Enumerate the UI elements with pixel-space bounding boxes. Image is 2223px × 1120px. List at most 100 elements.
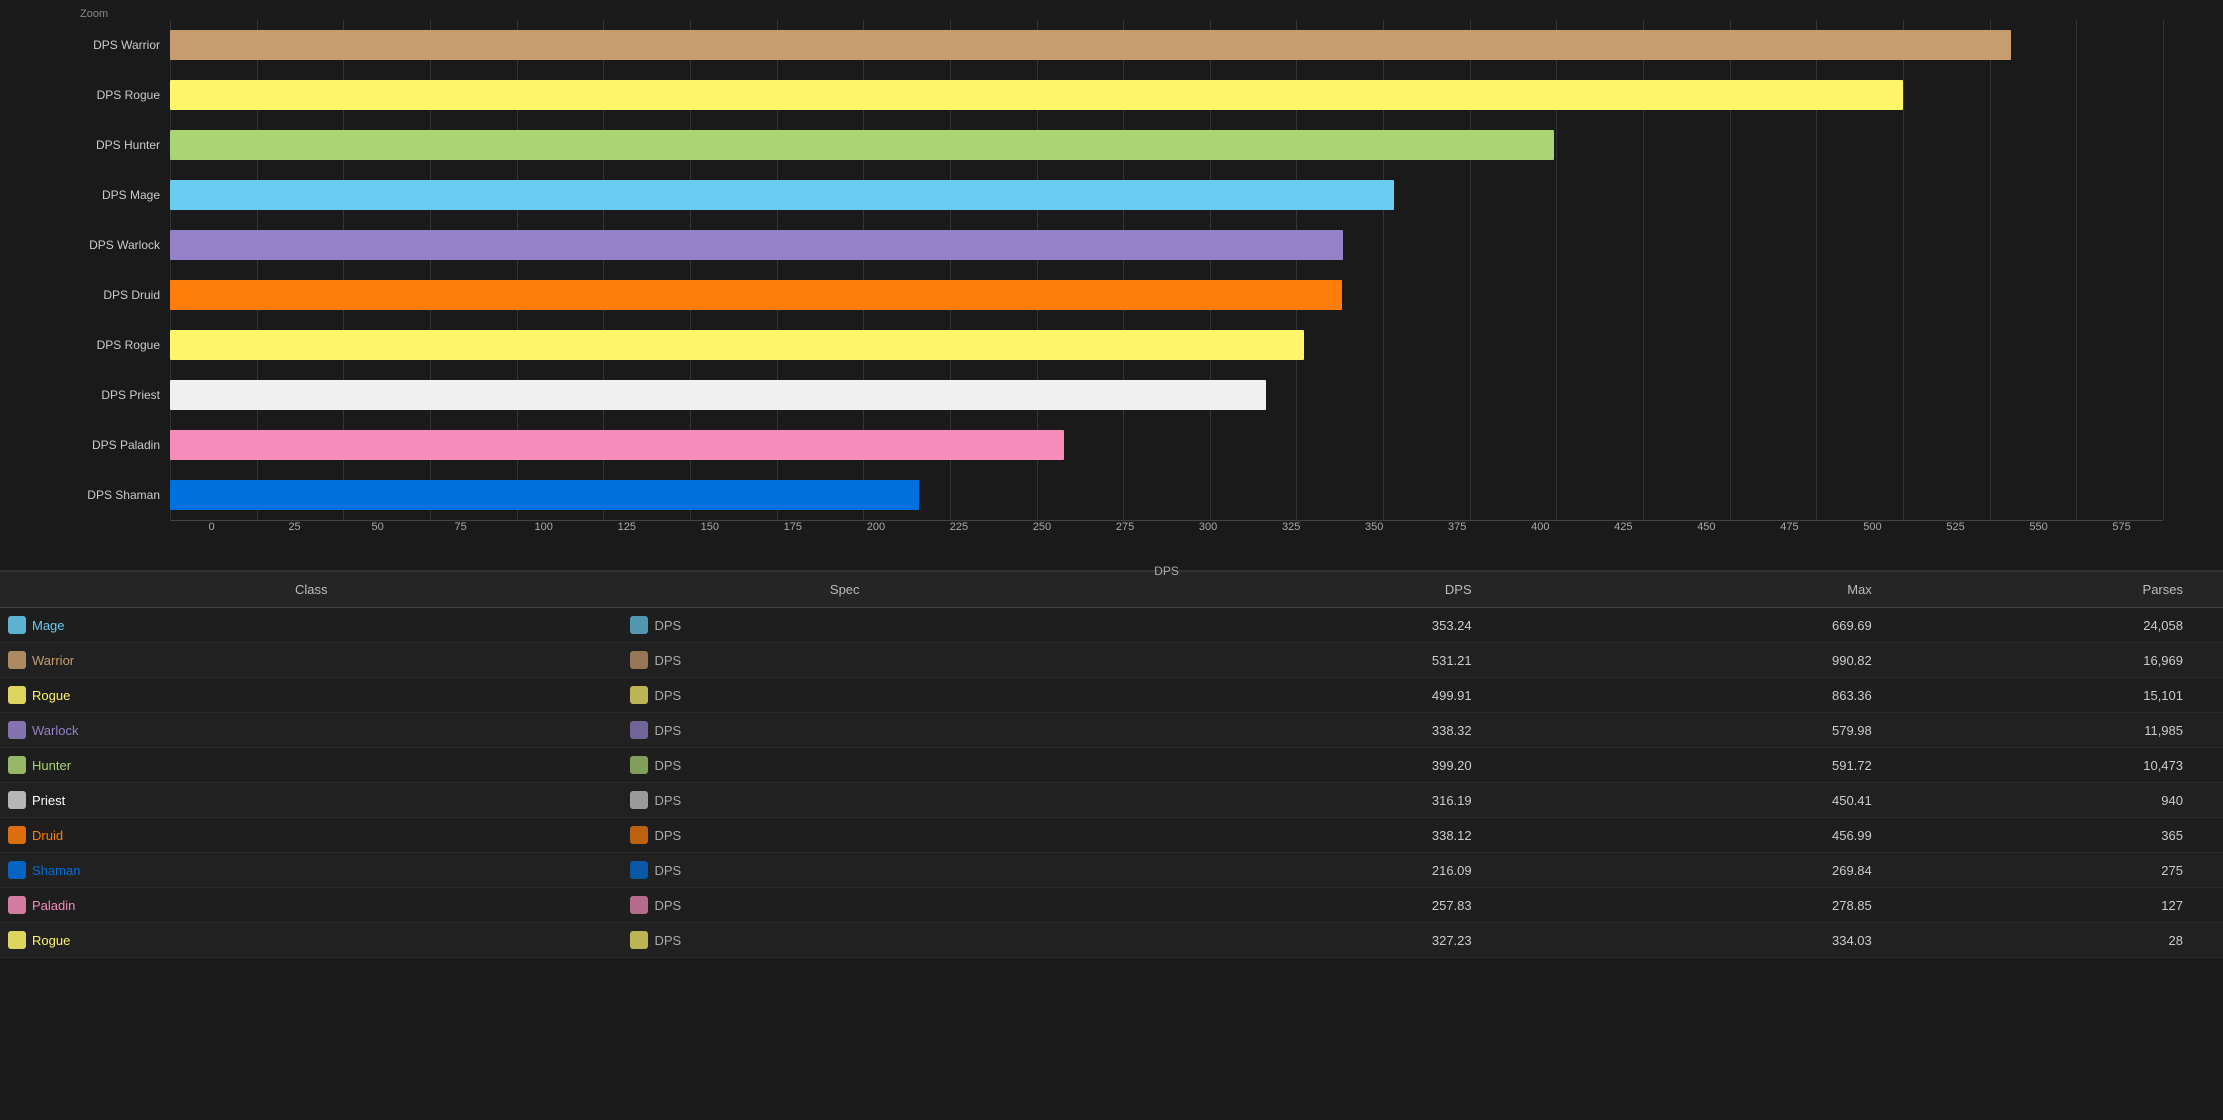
max-value: 269.84 bbox=[1512, 853, 1912, 888]
bar-container bbox=[170, 30, 2163, 60]
bar bbox=[170, 130, 1554, 160]
dps-value: 353.24 bbox=[1067, 608, 1512, 643]
max-value: 278.85 bbox=[1512, 888, 1912, 923]
table-row: MageDPS353.24669.6924,058 bbox=[0, 608, 2223, 643]
x-tick: 375 bbox=[1416, 521, 1499, 533]
x-tick: 0 bbox=[170, 521, 253, 533]
table-row: WarlockDPS338.32579.9811,985 bbox=[0, 713, 2223, 748]
x-tick: 350 bbox=[1333, 521, 1416, 533]
dps-value: 216.09 bbox=[1067, 853, 1512, 888]
dps-value: 499.91 bbox=[1067, 678, 1512, 713]
parses-value: 10,473 bbox=[1912, 748, 2223, 783]
spec-icon bbox=[630, 616, 648, 634]
class-name[interactable]: Priest bbox=[32, 793, 65, 808]
class-cell: Druid bbox=[8, 826, 614, 844]
x-tick: 300 bbox=[1167, 521, 1250, 533]
spec-icon bbox=[630, 756, 648, 774]
max-value: 669.69 bbox=[1512, 608, 1912, 643]
table-row: ShamanDPS216.09269.84275 bbox=[0, 853, 2223, 888]
x-axis-label: DPS bbox=[170, 564, 2163, 578]
spec-cell: DPS bbox=[630, 721, 1059, 739]
spec-icon bbox=[630, 721, 648, 739]
class-icon bbox=[8, 616, 26, 634]
x-tick: 175 bbox=[751, 521, 834, 533]
bar-container bbox=[170, 480, 2163, 510]
class-icon bbox=[8, 651, 26, 669]
class-cell: Shaman bbox=[8, 861, 614, 879]
bar bbox=[170, 430, 1064, 460]
x-tick: 275 bbox=[1084, 521, 1167, 533]
x-axis: 0255075100125150175200225250275300325350… bbox=[170, 520, 2163, 560]
class-cell: Paladin bbox=[8, 896, 614, 914]
parses-value: 15,101 bbox=[1912, 678, 2223, 713]
max-value: 990.82 bbox=[1512, 643, 1912, 678]
bar-container bbox=[170, 230, 2163, 260]
class-cell: Priest bbox=[8, 791, 614, 809]
bar-label: DPS Hunter bbox=[80, 138, 170, 152]
class-name[interactable]: Warrior bbox=[32, 653, 74, 668]
parses-value: 11,985 bbox=[1912, 713, 2223, 748]
bar-row: DPS Hunter bbox=[80, 124, 2163, 166]
bar bbox=[170, 230, 1343, 260]
bar-label: DPS Priest bbox=[80, 388, 170, 402]
bar-row: DPS Paladin bbox=[80, 424, 2163, 466]
bar bbox=[170, 180, 1394, 210]
spec-cell: DPS bbox=[630, 756, 1059, 774]
parses-value: 16,969 bbox=[1912, 643, 2223, 678]
class-name[interactable]: Rogue bbox=[32, 933, 70, 948]
dps-value: 531.21 bbox=[1067, 643, 1512, 678]
chart-bars-area: DPS WarriorDPS RogueDPS HunterDPS MageDP… bbox=[80, 20, 2163, 520]
class-icon bbox=[8, 931, 26, 949]
bar-row: DPS Shaman bbox=[80, 474, 2163, 516]
bar-label: DPS Shaman bbox=[80, 488, 170, 502]
bar bbox=[170, 30, 2011, 60]
spec-name: DPS bbox=[654, 898, 681, 913]
bar-container bbox=[170, 130, 2163, 160]
spec-name: DPS bbox=[654, 828, 681, 843]
x-tick: 575 bbox=[2080, 521, 2163, 533]
class-icon bbox=[8, 791, 26, 809]
bar-row: DPS Priest bbox=[80, 374, 2163, 416]
class-name[interactable]: Warlock bbox=[32, 723, 78, 738]
spec-cell: DPS bbox=[630, 896, 1059, 914]
bar-row: DPS Mage bbox=[80, 174, 2163, 216]
spec-cell: DPS bbox=[630, 791, 1059, 809]
class-name[interactable]: Mage bbox=[32, 618, 65, 633]
spec-icon bbox=[630, 651, 648, 669]
x-tick: 150 bbox=[668, 521, 751, 533]
grid-line bbox=[2163, 20, 2164, 520]
spec-icon bbox=[630, 686, 648, 704]
spec-name: DPS bbox=[654, 933, 681, 948]
parses-value: 940 bbox=[1912, 783, 2223, 818]
x-tick: 225 bbox=[917, 521, 1000, 533]
table-body: MageDPS353.24669.6924,058WarriorDPS531.2… bbox=[0, 608, 2223, 958]
spec-name: DPS bbox=[654, 618, 681, 633]
bars-container: DPS WarriorDPS RogueDPS HunterDPS MageDP… bbox=[80, 20, 2163, 520]
bar-container bbox=[170, 380, 2163, 410]
class-icon bbox=[8, 826, 26, 844]
x-tick: 100 bbox=[502, 521, 585, 533]
class-name[interactable]: Rogue bbox=[32, 688, 70, 703]
max-value: 450.41 bbox=[1512, 783, 1912, 818]
bar bbox=[170, 280, 1342, 310]
spec-icon bbox=[630, 826, 648, 844]
class-cell: Warrior bbox=[8, 651, 614, 669]
class-name[interactable]: Paladin bbox=[32, 898, 75, 913]
parses-value: 28 bbox=[1912, 923, 2223, 958]
class-name[interactable]: Hunter bbox=[32, 758, 71, 773]
table-row: PriestDPS316.19450.41940 bbox=[0, 783, 2223, 818]
bar-row: DPS Druid bbox=[80, 274, 2163, 316]
spec-icon bbox=[630, 861, 648, 879]
x-tick: 50 bbox=[336, 521, 419, 533]
class-icon bbox=[8, 861, 26, 879]
spec-cell: DPS bbox=[630, 616, 1059, 634]
spec-cell: DPS bbox=[630, 651, 1059, 669]
table-row: HunterDPS399.20591.7210,473 bbox=[0, 748, 2223, 783]
spec-icon bbox=[630, 931, 648, 949]
x-tick: 200 bbox=[834, 521, 917, 533]
bar-container bbox=[170, 330, 2163, 360]
class-name[interactable]: Druid bbox=[32, 828, 63, 843]
class-name[interactable]: Shaman bbox=[32, 863, 80, 878]
spec-name: DPS bbox=[654, 793, 681, 808]
dps-value: 257.83 bbox=[1067, 888, 1512, 923]
